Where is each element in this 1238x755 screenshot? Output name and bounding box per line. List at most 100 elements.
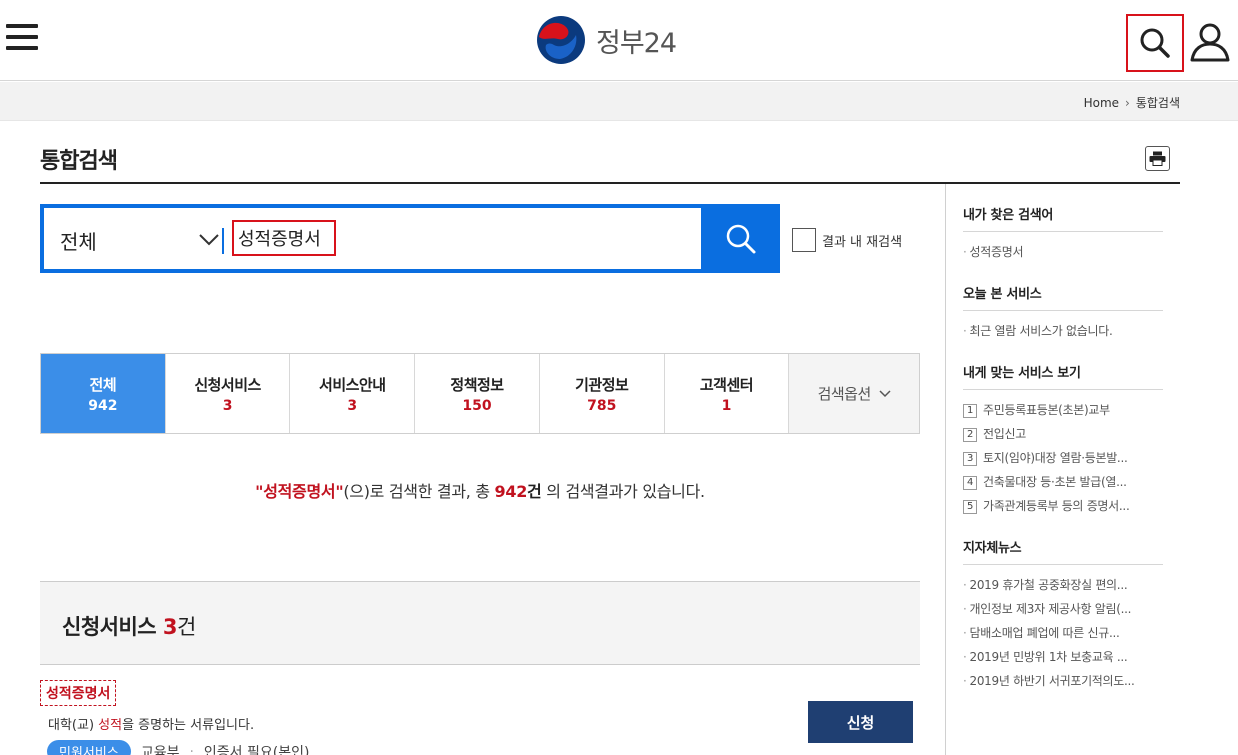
recommended-label: 주민등록표등본(초본)교부 [983,403,1110,417]
result-summary: "성적증명서"(으)로 검색한 결과, 총 942건 의 검색결과가 있습니다. [40,478,920,502]
header-search-button[interactable] [1126,14,1184,72]
local-news-label: 개인정보 제3자 제공사항 알림(... [969,602,1132,616]
breadcrumb-home[interactable]: Home [1084,96,1119,110]
search-options-label: 검색옵션 [817,385,872,403]
local-news-label: 담배소매업 폐업에 따른 신규... [969,626,1120,640]
tab-label: 기관정보 [575,375,629,394]
search-input[interactable] [234,222,334,254]
local-news-item[interactable]: · 2019년 하반기 서귀포기적의도... [963,669,1163,693]
tab-label: 서비스안내 [319,375,386,394]
research-label: 결과 내 재검색 [822,234,903,250]
tab-label: 고객센터 [699,375,754,394]
today-viewed-label: 최근 열람 서비스가 없습니다. [969,324,1113,338]
tab-count: 3 [222,397,233,414]
recommended-item[interactable]: 2 전입신고 [963,422,1163,446]
result-tabs: 전체 942 신청서비스 3 서비스안내 3 정책정보 150 기관정보 785… [40,353,920,434]
result-item-extra: 인증서 필요(본인) [203,744,310,755]
service-type-badge: 민원서비스 [47,740,131,755]
section-header: 신청서비스 3건 [40,581,920,665]
search-category-select[interactable]: 전체 [60,226,220,254]
research-within-results[interactable]: 결과 내 재검색 [792,228,902,252]
tab-count: 150 [462,397,492,414]
rank-badge: 2 [963,427,977,442]
chevron-down-icon [199,234,219,246]
result-keyword-quote: " [255,482,264,501]
local-news-item[interactable]: · 담배소매업 폐업에 따른 신규... [963,621,1163,645]
local-news-item[interactable]: · 2019 휴가철 공중화장실 편의... [963,573,1163,597]
tab-customer-center[interactable]: 고객센터 1 [664,354,790,433]
search-submit-button[interactable] [701,204,780,273]
tab-label: 신청서비스 [194,375,261,394]
taegeuk-logo-icon [537,16,585,64]
apply-button[interactable]: 신청 [808,701,913,743]
bullet: · [963,626,967,640]
result-unit: 건 [527,482,542,501]
tab-count: 1 [721,397,732,414]
chevron-down-icon [879,389,891,397]
result-item-desc: 대학(교) 성적을 증명하는 서류입니다. [48,714,254,733]
search-options-button[interactable]: 검색옵션 [789,354,920,433]
search-box: 전체 [40,204,780,273]
result-keyword: 성적증명서 [263,482,336,501]
chevron-right-icon: › [1125,95,1130,110]
desc-text: 대학(교) [48,718,99,733]
tab-count: 3 [347,397,358,414]
tab-count: 785 [587,397,617,414]
tab-policy-info[interactable]: 정책정보 150 [415,354,540,433]
local-news-title: 지자체뉴스 [963,537,1163,565]
local-news-item[interactable]: · 2019년 민방위 1차 보충교육 ... [963,645,1163,669]
recommended-item[interactable]: 4 건축물대장 등·초본 발급(열... [963,470,1163,494]
desc-highlight: 성적 [98,718,123,733]
search-input-wrap [232,220,336,256]
tab-service-guide[interactable]: 서비스안내 3 [290,354,416,433]
bullet: · [963,578,967,592]
recent-search-label: 성적증명서 [969,245,1024,259]
recommended-label: 가족관계등록부 등의 증명서... [983,499,1130,513]
user-icon [1190,23,1230,62]
section-count: 3 [162,615,178,639]
today-viewed-title: 오늘 본 서비스 [963,283,1163,311]
research-checkbox[interactable] [792,228,816,252]
search-category-value: 전체 [60,229,97,254]
bullet: · [963,674,967,688]
result-text: 의 검색결과가 있습니다. [541,482,705,501]
recent-search-title: 내가 찾은 검색어 [963,204,1163,232]
today-viewed-block: 오늘 본 서비스 · 최근 열람 서비스가 없습니다. [963,283,1163,343]
hamburger-menu-icon[interactable] [6,24,38,54]
print-button[interactable] [1145,146,1170,171]
title-divider [40,182,1180,184]
meta-separator: · [189,743,194,755]
recommended-item[interactable]: 3 토지(임야)대장 열람·등본발... [963,446,1163,470]
local-news-item[interactable]: · 개인정보 제3자 제공사항 알림(... [963,597,1163,621]
today-viewed-empty: · 최근 열람 서비스가 없습니다. [963,319,1163,343]
rank-badge: 5 [963,499,977,514]
result-item-title[interactable]: 성적증명서 [40,680,117,706]
result-item-meta: 민원서비스 교육부 · 인증서 필요(본인) [47,740,309,755]
tab-all[interactable]: 전체 942 [41,354,166,433]
sidebar-divider [945,184,946,755]
breadcrumb: Home › 통합검색 [1084,94,1180,111]
recent-search-block: 내가 찾은 검색어 · 성적증명서 [963,204,1163,264]
section-title: 신청서비스 3건 [62,611,196,641]
result-count: 942 [494,482,528,501]
rank-badge: 4 [963,475,977,490]
tab-agency-info[interactable]: 기관정보 785 [539,354,665,433]
recommended-item[interactable]: 1 주민등록표등본(초본)교부 [963,398,1163,422]
gov24-logo[interactable]: 정부24 [536,15,677,65]
header-user-button[interactable] [1188,20,1232,64]
bullet: · [963,245,967,259]
recommended-label: 건축물대장 등·초본 발급(열... [983,475,1127,489]
search-icon [1140,28,1170,58]
bullet: · [963,650,967,664]
logo-text: 정부24 [596,27,677,59]
page-title: 통합검색 [40,149,118,174]
tab-application-services[interactable]: 신청서비스 3 [165,354,291,433]
recommended-item[interactable]: 5 가족관계등록부 등의 증명서... [963,494,1163,518]
local-news-block: 지자체뉴스 · 2019 휴가철 공중화장실 편의... · 개인정보 제3자 제공… [963,537,1163,693]
recent-search-item[interactable]: · 성적증명서 [963,240,1163,264]
sidebar: 내가 찾은 검색어 · 성적증명서 오늘 본 서비스 · 최근 열람 서비스가 없습… [963,204,1163,712]
search-icon [726,224,755,253]
recommended-block: 내게 맞는 서비스 보기 1 주민등록표등본(초본)교부 2 전입신고 3 토지(임야… [963,362,1163,518]
bullet: · [963,324,967,338]
desc-text: 을 증명하는 서류입니다. [122,718,255,733]
